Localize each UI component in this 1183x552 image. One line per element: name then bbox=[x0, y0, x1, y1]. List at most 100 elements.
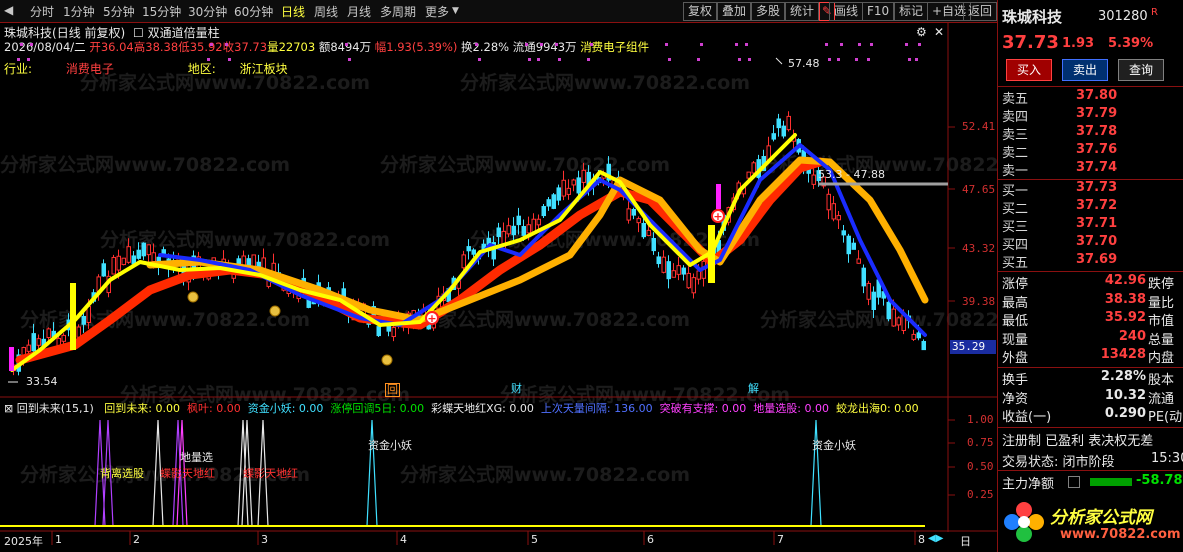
indicator-close-icon[interactable]: ⊠ bbox=[4, 402, 13, 415]
flow-toggle-icon[interactable] bbox=[1068, 476, 1080, 488]
indicator-legend-item: 回到未来: 0.00 bbox=[104, 402, 180, 415]
stat-value: 240 bbox=[1118, 328, 1146, 344]
svg-text:+: + bbox=[713, 210, 722, 223]
ask-row[interactable]: 卖五 37.80 bbox=[998, 88, 1183, 107]
bid-price: 37.69 bbox=[1076, 252, 1118, 267]
indicator-legend-item: 突破有支撑: 0.00 bbox=[659, 402, 747, 415]
indicator-legend-item: 彩蝶天地红XG: 0.00 bbox=[431, 402, 534, 415]
indicator-signal-text: 蝶影天地红 bbox=[160, 467, 215, 480]
ask-row[interactable]: 卖四 37.79 bbox=[998, 106, 1183, 125]
return-marker[interactable]: 回 bbox=[385, 383, 400, 397]
time-axis-label: 5 bbox=[531, 533, 538, 546]
stat-label: 股本 bbox=[1148, 373, 1175, 388]
current-price-tag: 35.29 bbox=[950, 340, 996, 354]
stat-row: 换手 2.28% 股本 bbox=[998, 369, 1183, 388]
ask-price: 37.76 bbox=[1076, 142, 1118, 157]
stat-label: 总量 bbox=[1148, 332, 1175, 348]
logo-url: www.70822.com bbox=[1060, 527, 1181, 542]
kline-chart[interactable]: + + bbox=[0, 0, 997, 552]
time-axis-label: 4 bbox=[400, 533, 407, 546]
trade-status: 交易状态: 闭市阶段 bbox=[1002, 455, 1115, 470]
time-axis-label: 7 bbox=[777, 533, 784, 546]
bid-row[interactable]: 买三 37.71 bbox=[998, 216, 1183, 235]
ask-row[interactable]: 卖二 37.76 bbox=[998, 142, 1183, 161]
stat-row: 最高 38.38 量比 bbox=[998, 291, 1183, 311]
stat-label: 最高 bbox=[1002, 295, 1029, 311]
bid-label: 买三 bbox=[1002, 220, 1029, 235]
low-price-label: 33.54 bbox=[26, 375, 58, 388]
stat-label: 市值 bbox=[1148, 314, 1175, 329]
stat-value: 38.38 bbox=[1104, 291, 1146, 307]
main-flow-value: -58.78 bbox=[1136, 473, 1183, 488]
ask-price: 37.78 bbox=[1076, 124, 1118, 139]
finance-marker[interactable]: 财 bbox=[511, 383, 522, 395]
stat-label: 净资 bbox=[1002, 391, 1029, 407]
ask-price: 37.79 bbox=[1076, 106, 1118, 121]
indicator-signal-text: 蝶影天地红 bbox=[243, 467, 298, 480]
buy-button[interactable]: 买入 bbox=[1006, 59, 1052, 81]
main-flow-bar bbox=[1090, 478, 1132, 486]
quote-price: 37.73 bbox=[1002, 32, 1059, 53]
query-button[interactable]: 查询 bbox=[1118, 59, 1164, 81]
unlock-marker[interactable]: 解 bbox=[748, 383, 759, 395]
indicator-legend: ⊠ 回到未来(15,1) 回到未来: 0.00 枫叶: 0.00 资金小妖: 0.0… bbox=[4, 400, 919, 416]
price-line-label: 53.3 - 47.88 bbox=[818, 168, 885, 181]
time-axis-label: 3 bbox=[261, 533, 268, 546]
stat-label: 现量 bbox=[1002, 332, 1029, 348]
indicator-signal-text: 地量选 bbox=[180, 451, 213, 464]
quote-stock-code: 301280 bbox=[1098, 9, 1148, 24]
ask-label: 卖五 bbox=[1002, 92, 1029, 107]
stat-label: 涨停 bbox=[1002, 277, 1029, 292]
quote-stock-name: 珠城科技 bbox=[1002, 8, 1063, 26]
svg-text:+: + bbox=[427, 312, 436, 325]
logo-flower-icon bbox=[1002, 500, 1046, 544]
indicator-legend-item: 地量选股: 0.00 bbox=[753, 402, 829, 415]
sell-button[interactable]: 卖出 bbox=[1062, 59, 1108, 81]
scroll-arrows-icon[interactable]: ◀▶ bbox=[928, 533, 943, 544]
bid-levels: 买一 37.73 买二 37.72 买三 37.71 买四 37.70 买五 37.69 bbox=[998, 180, 1183, 272]
stat-value: 0.290 bbox=[1104, 406, 1146, 421]
time-axis-label: 2025年 bbox=[4, 535, 43, 548]
price-axis-label: 39.38 bbox=[962, 295, 996, 308]
stat-row: 最低 35.92 市值 bbox=[998, 310, 1183, 329]
bid-label: 买二 bbox=[1002, 202, 1029, 217]
bid-label: 买五 bbox=[1002, 256, 1029, 271]
bid-row[interactable]: 买五 37.69 bbox=[998, 252, 1183, 271]
indicator-signal-text: 资金小妖 bbox=[812, 439, 856, 452]
time-axis-label: 2 bbox=[133, 533, 140, 546]
ask-label: 卖三 bbox=[1002, 128, 1029, 143]
time-axis-label: 1 bbox=[55, 533, 62, 546]
trade-time: 15:30 bbox=[1151, 451, 1183, 466]
stat-label: 收益(一) bbox=[1002, 410, 1052, 425]
stat-label: PE(动) bbox=[1148, 410, 1183, 425]
stat-row: 净资 10.32 流通 bbox=[998, 388, 1183, 407]
stat-value: 2.28% bbox=[1100, 369, 1146, 384]
indicator-legend-item: 蛟龙出海0: 0.00 bbox=[835, 402, 919, 415]
indicator-legend-item: 枫叶: 0.00 bbox=[187, 402, 241, 415]
bid-row[interactable]: 买二 37.72 bbox=[998, 198, 1183, 217]
indicator-title[interactable]: 回到未来(15,1) bbox=[17, 402, 94, 415]
ask-row[interactable]: 卖三 37.78 bbox=[998, 124, 1183, 143]
indicator-signal-text: 资金小妖 bbox=[368, 439, 412, 452]
bid-price: 37.70 bbox=[1076, 234, 1118, 249]
stat-label: 量比 bbox=[1148, 295, 1175, 311]
ask-row[interactable]: 卖一 37.74 bbox=[998, 160, 1183, 179]
quote-stats: 涨停 42.96 跌停 最高 38.38 量比 最低 35.92 市值 现量 240 总量 外盘 1342… bbox=[998, 273, 1183, 366]
ask-price: 37.80 bbox=[1076, 88, 1118, 103]
stat-label: 换手 bbox=[1002, 373, 1029, 388]
bid-row[interactable]: 买四 37.70 bbox=[998, 234, 1183, 253]
stat-label: 最低 bbox=[1002, 314, 1029, 329]
indicator-legend-item: 上次天量间隔: 136.00 bbox=[540, 402, 653, 415]
quote-panel: 珠城科技 301280 R 37.73 1.93 5.39% 买入 卖出 查询 … bbox=[997, 0, 1183, 552]
ask-label: 卖一 bbox=[1002, 164, 1029, 179]
ask-levels: 卖五 37.80 卖四 37.79 卖三 37.78 卖二 37.76 卖一 37.74 bbox=[998, 88, 1183, 180]
bid-row[interactable]: 买一 37.73 bbox=[998, 180, 1183, 199]
bid-price: 37.73 bbox=[1076, 180, 1118, 195]
bid-price: 37.72 bbox=[1076, 198, 1118, 213]
quote-stats-2: 换手 2.28%股本净资 10.32流通收益(一) 0.290PE(动) bbox=[998, 369, 1183, 425]
price-axis-label: 47.65 bbox=[962, 183, 996, 196]
ask-label: 卖二 bbox=[1002, 146, 1029, 161]
stat-row: 收益(一) 0.290PE(动) bbox=[998, 406, 1183, 425]
indicator-axis-label: 0.25 bbox=[967, 488, 994, 501]
quote-pct: 5.39% bbox=[1108, 36, 1154, 51]
